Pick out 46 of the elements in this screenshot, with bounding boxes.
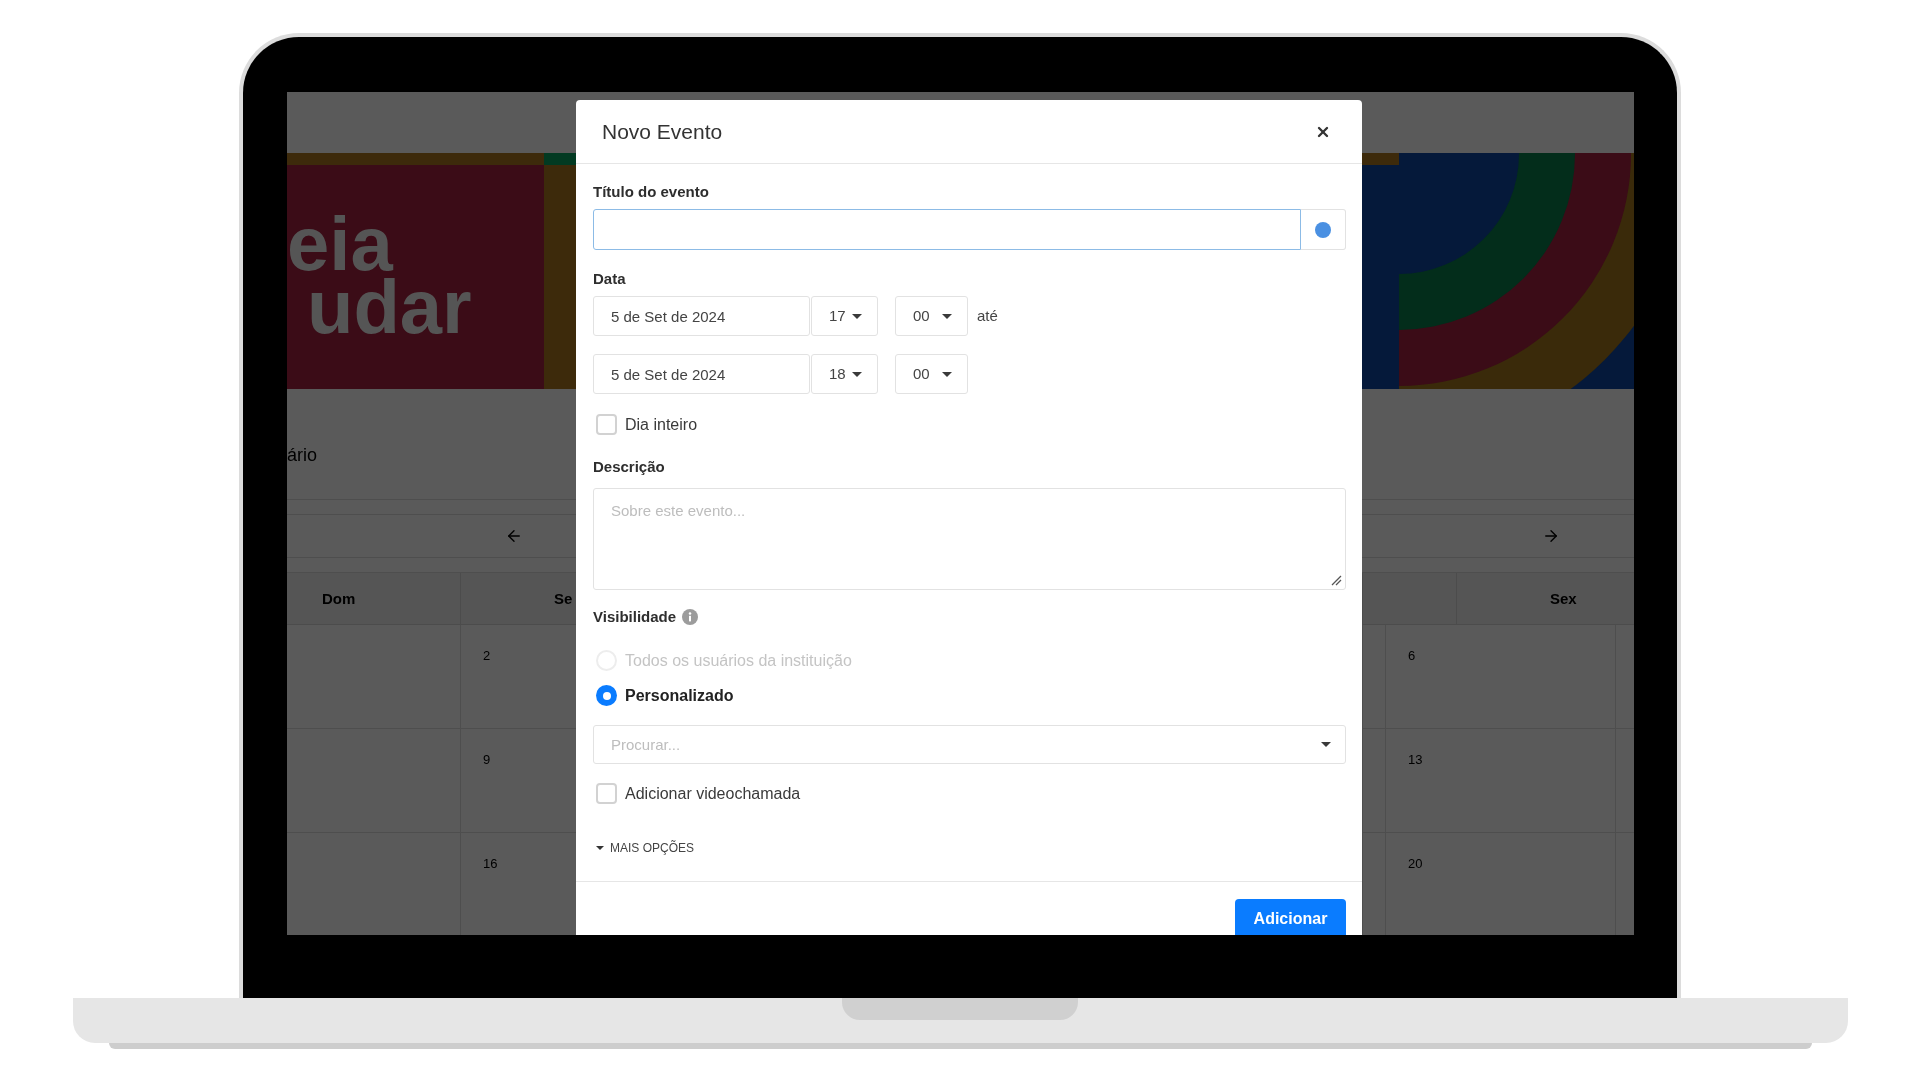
title-field[interactable] [593,209,1301,250]
hour-select[interactable]: 17 [811,296,878,336]
banner-text: eia [287,212,393,275]
checkbox-label[interactable]: Dia inteiro [625,414,698,435]
date-field[interactable]: 5 de Set de 2024 [593,354,810,394]
weekday-label: Se [554,589,573,608]
banner-text: udar [307,275,472,338]
info-icon[interactable] [682,609,699,625]
resize-handle-icon[interactable] [1331,575,1342,586]
banner-stripe [544,153,576,165]
field-label: Título do evento [593,183,709,201]
caret-icon [1321,742,1331,747]
color-picker-button[interactable] [1301,209,1346,250]
day-number: 9 [483,752,491,767]
minute-select[interactable]: 00 [895,354,968,394]
day-number: 2 [483,648,491,663]
search-select[interactable]: Procurar... [593,725,1346,764]
caret-icon [942,313,952,319]
dialog-title: Novo Evento [602,118,723,145]
caret-icon [852,371,862,377]
day-number: 13 [1408,752,1423,767]
caret-icon [852,313,862,319]
checkbox[interactable] [596,783,617,804]
field-label: Data [593,270,626,288]
caret-icon [596,846,604,850]
day-number: 16 [483,856,498,871]
caret-icon [942,371,952,377]
weekday-label: Sex [1550,589,1577,608]
radio-label[interactable]: Personalizado [625,685,734,706]
field-label: Descrição [593,458,665,476]
field-label: Visibilidade [593,608,677,626]
checkbox[interactable] [596,414,617,435]
range-separator: até [977,305,998,326]
minute-select[interactable]: 00 [895,296,968,336]
day-number: 6 [1408,648,1416,663]
day-number: 20 [1408,856,1423,871]
weekday-label: Dom [322,589,356,608]
hour-select[interactable]: 18 [811,354,878,394]
arrow-right-icon[interactable] [1542,527,1560,545]
radio-button[interactable] [596,685,617,706]
more-options-link[interactable]: MAIS OPÇÕES [593,841,695,855]
checkbox-label[interactable]: Adicionar videochamada [625,783,801,804]
date-field[interactable]: 5 de Set de 2024 [593,296,810,336]
description-field[interactable]: Sobre este evento... [593,488,1346,590]
add-button[interactable]: Adicionar [1235,899,1346,935]
page-title: ário [287,445,317,465]
